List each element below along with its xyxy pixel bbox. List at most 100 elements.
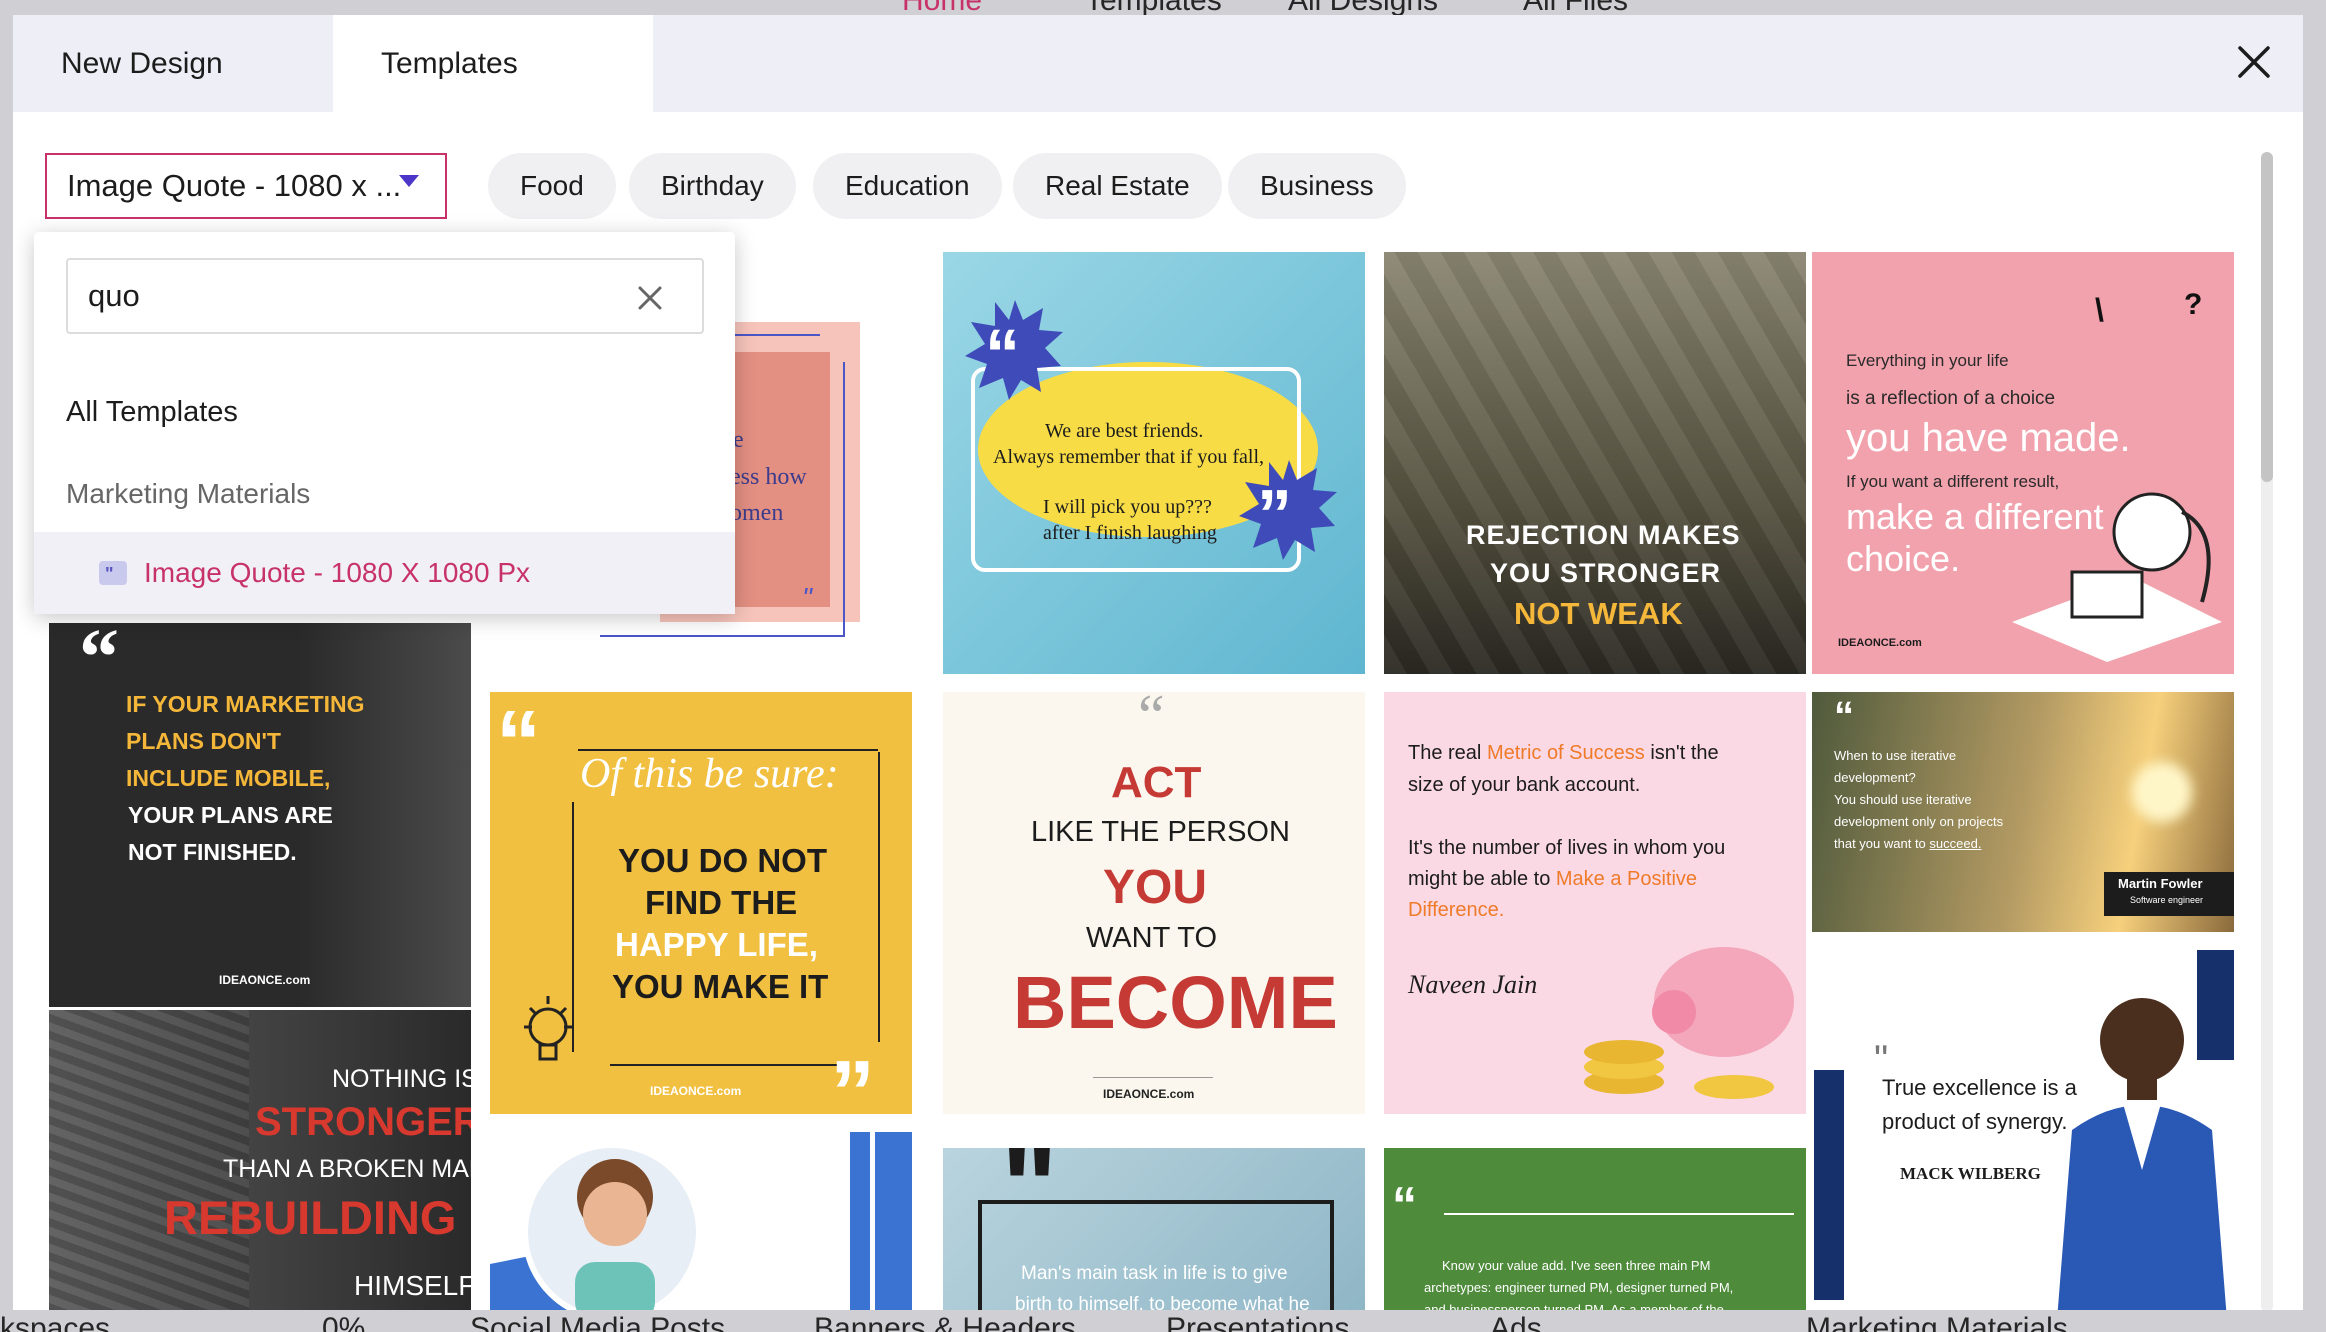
friends-line-4: after I finish laughing — [1043, 522, 1217, 544]
quote-open-icon: “ — [496, 693, 541, 793]
marketing-brand: IDEAONCE.com — [219, 973, 311, 987]
pink-line-3: omen — [730, 500, 784, 526]
quote-open-icon: “ — [1392, 1177, 1417, 1233]
choice-line-1: Everything in your life — [1846, 351, 2009, 370]
happy-script: Of this be sure: — [580, 751, 839, 797]
bg-workspaces: kspaces — [0, 1312, 111, 1332]
dropdown-option-image-quote[interactable]: " Image Quote - 1080 X 1080 Px — [34, 532, 735, 614]
act-line-3: YOU — [1103, 861, 1208, 914]
quote-mark-icon: " — [802, 582, 812, 613]
stronger-line-3: THAN A BROKEN MAN — [223, 1155, 471, 1183]
template-card-excellence[interactable]: " True excellence is a product of synerg… — [1812, 950, 2234, 1310]
tab-bar: New Design Templates — [13, 15, 2303, 112]
stronger-line-4: REBUILDING — [164, 1191, 457, 1244]
chip-food[interactable]: Food — [488, 153, 616, 219]
template-card-value[interactable]: “ Know your value add. I've seen three m… — [1384, 1148, 1806, 1310]
iterative-line-3: You should use iterative — [1834, 792, 1972, 807]
act-brand: IDEAONCE.com — [1103, 1087, 1195, 1101]
question-icon: ? — [2184, 288, 2203, 321]
success-text-3: It's the number of lives in whom you — [1408, 837, 1726, 859]
excellence-author: MACK WILBERG — [1900, 1164, 2041, 1183]
choice-brand: IDEAONCE.com — [1838, 637, 1922, 649]
dropdown-search-input[interactable]: quo — [66, 258, 704, 334]
friends-line-3: I will pick you up??? — [1043, 496, 1212, 518]
template-card-marketing[interactable]: “ IF YOUR MARKETING PLANS DON'T INCLUDE … — [49, 623, 471, 1007]
happy-brand: IDEAONCE.com — [650, 1084, 742, 1098]
bg-marketing-materials: Marketing Materials — [1806, 1312, 2068, 1332]
iterative-line-2: development? — [1834, 770, 1916, 785]
choice-line-6: choice. — [1846, 538, 1961, 579]
template-card-success[interactable]: The real Metric of Success isn't the siz… — [1384, 692, 1806, 1114]
value-line-2: archetypes: engineer turned PM, designer… — [1424, 1280, 1734, 1295]
rejection-line-2: YOU STRONGER — [1490, 558, 1722, 588]
quote-open-icon: " — [1001, 1148, 1058, 1254]
excellence-line-2: product of synergy. — [1882, 1109, 2068, 1134]
excellence-line-1: True excellence is a — [1882, 1075, 2077, 1100]
bg-banners-headers: Banners & Headers — [814, 1312, 1076, 1332]
clear-icon[interactable] — [632, 280, 668, 316]
template-card-friends[interactable]: “ ” We are best friends. Always remember… — [943, 252, 1365, 674]
person-photo — [2057, 998, 2227, 1310]
value-line-3: and businessperson turned PM. As a membe… — [1424, 1302, 1724, 1310]
friends-line-2: Always remember that if you fall, — [993, 446, 1265, 468]
dropdown-search-value: quo — [88, 278, 140, 313]
squirrel-icon — [2012, 492, 2222, 662]
success-text-5: Difference. — [1408, 899, 1505, 921]
template-card-choice[interactable]: Everything in your life is a reflection … — [1812, 252, 2234, 674]
success-text-1: The real Metric of Success isn't the — [1408, 742, 1719, 764]
iterative-line-1: When to use iterative — [1834, 748, 1957, 763]
happy-line-2: FIND THE — [645, 884, 798, 921]
template-card-iterative[interactable]: “ When to use iterative development? You… — [1812, 692, 2234, 932]
marketing-line-4: YOUR PLANS ARE — [128, 802, 333, 828]
exclaim-icon: \ — [2095, 292, 2104, 328]
pink-line-2: ess how — [730, 464, 807, 490]
template-size-dropdown: quo All Templates Marketing Materials " … — [34, 232, 735, 614]
scrollbar-thumb[interactable] — [2261, 152, 2273, 482]
template-card-stronger[interactable]: NOTHING IS STRONGER THAN A BROKEN MAN RE… — [49, 1010, 471, 1310]
choice-line-3: you have made. — [1846, 416, 2131, 460]
friends-line-1: We are best friends. — [1045, 420, 1204, 442]
chip-birthday[interactable]: Birthday — [629, 153, 796, 219]
mans-task-line-1: Man's main task in life is to give — [1021, 1263, 1288, 1284]
template-card-rejection[interactable]: REJECTION MAKES YOU STRONGER NOT WEAK — [1384, 252, 1806, 674]
act-line-5: BECOME — [1013, 961, 1338, 1044]
happy-line-1: YOU DO NOT — [618, 842, 828, 879]
template-size-select[interactable]: Image Quote - 1080 x ... — [45, 153, 447, 219]
act-line-2: LIKE THE PERSON — [1031, 816, 1290, 848]
bg-ads: Ads — [1490, 1312, 1542, 1332]
success-text-4: might be able to Make a Positive — [1408, 868, 1698, 890]
marketing-line-5: NOT FINISHED. — [128, 839, 297, 865]
chip-real-estate[interactable]: Real Estate — [1013, 153, 1222, 219]
templates-modal: New Design Templates Image Quote - 1080 … — [13, 15, 2303, 1310]
scrollbar[interactable] — [2261, 152, 2273, 1310]
close-icon[interactable] — [2229, 37, 2279, 87]
template-card-avatar[interactable] — [490, 1132, 912, 1310]
svg-text:": " — [105, 564, 114, 584]
quote-mark-icon: “ — [1138, 692, 1165, 749]
template-card-act[interactable]: “ ACT LIKE THE PERSON YOU WANT TO BECOME… — [943, 692, 1365, 1114]
template-card-happy[interactable]: “ Of this be sure: YOU DO NOT FIND THE H… — [490, 692, 912, 1114]
chip-business[interactable]: Business — [1228, 153, 1406, 219]
quote-open-icon: “ — [985, 315, 1020, 393]
happy-line-3: HAPPY LIFE, — [615, 926, 818, 963]
stronger-line-5: HIMSELF — [354, 1270, 471, 1301]
act-line-1: ACT — [1111, 758, 1202, 807]
marketing-line-1: IF YOUR MARKETING — [126, 691, 365, 717]
caret-down-icon — [399, 175, 419, 187]
chip-education[interactable]: Education — [813, 153, 1002, 219]
tab-templates[interactable]: Templates — [333, 15, 653, 112]
iterative-line-5: that you want to succeed. — [1834, 836, 1982, 851]
iterative-line-4: development only on projects — [1834, 814, 2004, 829]
tab-new-design[interactable]: New Design — [13, 15, 333, 112]
template-card-mans-task[interactable]: " Man's main task in life is to give bir… — [943, 1148, 1365, 1310]
stronger-line-1: NOTHING IS — [332, 1065, 471, 1093]
stronger-line-2: STRONGER — [255, 1100, 471, 1144]
dropdown-option-all-templates[interactable]: All Templates — [66, 396, 238, 429]
act-line-4: WANT TO — [1086, 922, 1218, 954]
rejection-line-1: REJECTION MAKES — [1466, 520, 1741, 550]
iterative-role: Software engineer — [2130, 895, 2204, 905]
quote-close-icon: ” — [830, 1043, 875, 1114]
success-signature: Naveen Jain — [1408, 970, 1538, 999]
dropdown-group-label: Marketing Materials — [66, 478, 311, 509]
success-text-2: size of your bank account. — [1408, 774, 1641, 796]
